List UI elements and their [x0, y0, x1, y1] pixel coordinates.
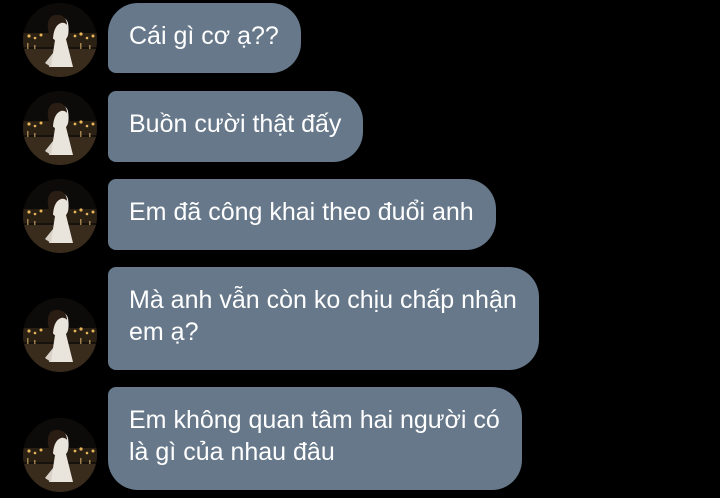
- contact-avatar[interactable]: [23, 91, 97, 165]
- message-bubble[interactable]: Em không quan tâm hai người có là gì của…: [108, 387, 522, 490]
- contact-avatar-icon: [23, 298, 97, 372]
- contact-avatar[interactable]: [23, 179, 97, 253]
- contact-avatar-icon: [23, 418, 97, 492]
- message-bubble[interactable]: Em đã công khai theo đuổi anh: [108, 179, 496, 250]
- contact-avatar[interactable]: [23, 418, 97, 492]
- contact-avatar[interactable]: [23, 298, 97, 372]
- message-bubble[interactable]: Cái gì cơ ạ??: [108, 3, 301, 73]
- contact-avatar-icon: [23, 179, 97, 253]
- chat-thread: Cái gì cơ ạ?? Buồn cười thật đấy Em đã c…: [0, 0, 720, 498]
- contact-avatar-icon: [23, 3, 97, 77]
- contact-avatar-icon: [23, 91, 97, 165]
- contact-avatar[interactable]: [23, 3, 97, 77]
- message-bubble[interactable]: Mà anh vẫn còn ko chịu chấp nhận em ạ?: [108, 267, 539, 370]
- message-bubble[interactable]: Buồn cười thật đấy: [108, 91, 364, 162]
